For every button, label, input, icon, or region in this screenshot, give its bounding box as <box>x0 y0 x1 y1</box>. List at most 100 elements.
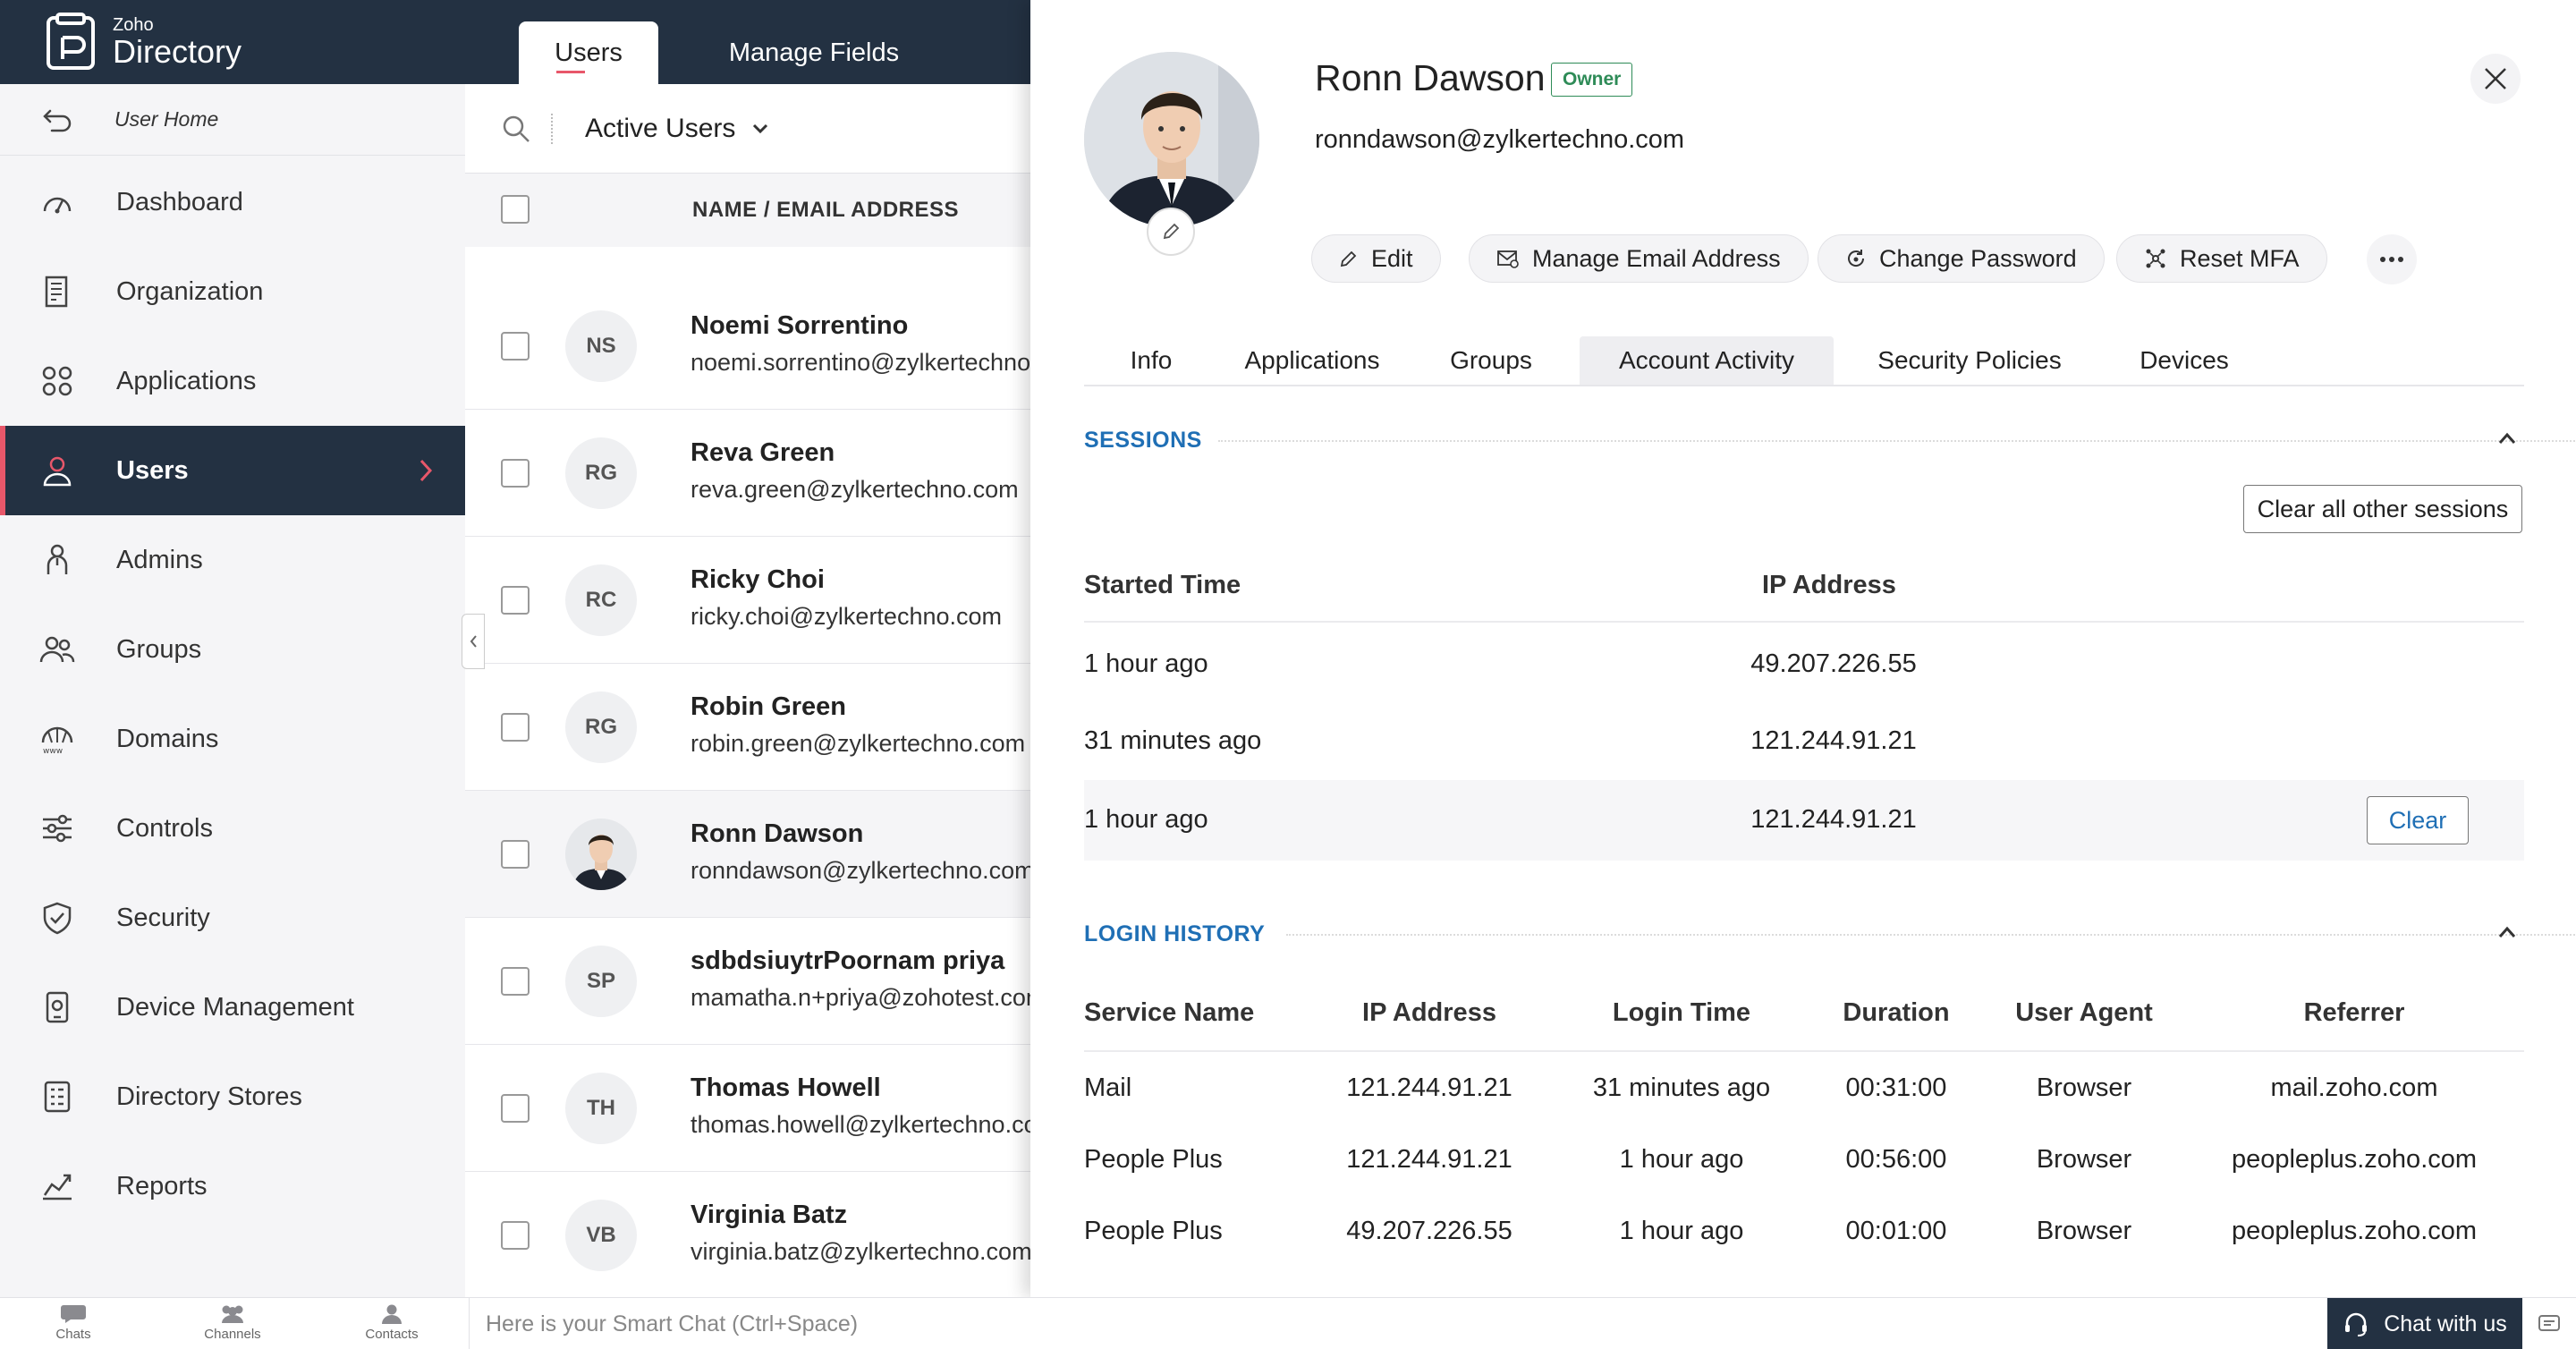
tab-devices[interactable]: Devices <box>2104 336 2265 385</box>
table-row[interactable]: RG Reva Green reva.green@zylkertechno.co… <box>465 410 1030 537</box>
more-actions-button[interactable] <box>2367 234 2417 284</box>
login-referrer: peopleplus.zoho.com <box>2231 1217 2478 1245</box>
chevron-right-icon <box>419 459 433 482</box>
reports-icon <box>43 1174 72 1201</box>
sidebar-item-groups[interactable]: Groups <box>0 605 465 694</box>
mail-settings-icon <box>1497 250 1519 268</box>
tab-security-policies[interactable]: Security Policies <box>1835 336 2104 385</box>
sidebar-item-label: Reports <box>116 1171 208 1201</box>
edit-button[interactable]: Edit <box>1311 234 1441 283</box>
clear-session-button[interactable]: Clear <box>2367 796 2469 844</box>
tab-info[interactable]: Info <box>1084 336 1218 385</box>
login-history-title: LOGIN HISTORY <box>1084 921 1266 946</box>
row-checkbox[interactable] <box>501 459 530 488</box>
table-row[interactable]: RC Ricky Choi ricky.choi@zylkertechno.co… <box>465 537 1030 664</box>
sidebar-collapse-handle[interactable] <box>462 614 485 669</box>
login-duration: 00:31:00 <box>1845 1073 1947 1102</box>
row-checkbox[interactable] <box>501 1221 530 1250</box>
row-checkbox[interactable] <box>501 967 530 996</box>
close-button[interactable] <box>2470 54 2521 104</box>
sessions-title: SESSIONS <box>1084 428 1202 453</box>
close-icon <box>2485 68 2506 89</box>
tab-groups[interactable]: Groups <box>1406 336 1576 385</box>
chat-with-us-button[interactable]: Chat with us <box>2327 1298 2522 1349</box>
tab-users[interactable]: Users <box>519 21 658 84</box>
channels-button[interactable]: Channels <box>179 1303 286 1342</box>
smart-chat-input[interactable]: Here is your Smart Chat (Ctrl+Space) <box>469 1298 858 1349</box>
session-started: 1 hour ago <box>1084 805 1208 834</box>
table-row[interactable]: NS Noemi Sorrentino noemi.sorrentino@zyl… <box>465 283 1030 410</box>
session-ip: 121.244.91.21 <box>1750 726 1917 755</box>
sidebar-item-label: Users <box>116 455 189 485</box>
row-checkbox[interactable] <box>501 332 530 361</box>
search-icon[interactable] <box>501 114 531 144</box>
chevron-down-icon[interactable] <box>751 123 769 135</box>
contacts-button[interactable]: Contacts <box>338 1303 445 1342</box>
row-checkbox[interactable] <box>501 1094 530 1123</box>
sidebar-item-dashboard[interactable]: Dashboard <box>0 157 465 247</box>
logo-text: Zoho Directory <box>113 16 242 68</box>
chevron-up-icon[interactable] <box>2497 431 2517 445</box>
avatar <box>565 819 637 890</box>
row-checkbox[interactable] <box>501 840 530 869</box>
user-detail-panel: Ronn Dawson Owner ronndawson@zylkertechn… <box>1030 0 2576 1297</box>
tab-manage-fields[interactable]: Manage Fields <box>689 21 939 84</box>
tab-account-activity[interactable]: Account Activity <box>1580 336 1834 385</box>
user-name: Noemi Sorrentino <box>691 311 909 340</box>
login-history-row: People Plus 121.244.91.21 1 hour ago 00:… <box>1084 1127 2524 1199</box>
column-referrer: Referrer <box>2303 998 2405 1027</box>
column-service-name: Service Name <box>1084 998 1255 1027</box>
tab-applications[interactable]: Applications <box>1218 336 1406 385</box>
profile-tabs: Info Applications Groups Account Activit… <box>1084 336 2524 386</box>
table-row[interactable]: RG Robin Green robin.green@zylkertechno.… <box>465 664 1030 791</box>
sidebar-item-controls[interactable]: Controls <box>0 784 465 873</box>
table-row[interactable]: SP sdbdsiuytrPoornam priya mamatha.n+pri… <box>465 918 1030 1045</box>
sidebar-item-domains[interactable]: www Domains <box>0 694 465 784</box>
change-password-button[interactable]: Change Password <box>1818 234 2105 283</box>
reset-mfa-button[interactable]: Reset MFA <box>2116 234 2327 283</box>
user-status-filter[interactable]: Active Users <box>585 114 735 144</box>
session-row: 1 hour ago 49.207.226.55 <box>1084 626 2524 703</box>
sidebar-item-organization[interactable]: Organization <box>0 247 465 336</box>
sidebar-item-directory-stores[interactable]: Directory Stores <box>0 1052 465 1141</box>
sidebar-item-users[interactable]: Users <box>0 426 465 515</box>
login-user-agent: Browser <box>2036 1073 2132 1102</box>
table-row[interactable]: VB Virginia Batz virginia.batz@zylkertec… <box>465 1172 1030 1297</box>
mfa-icon <box>2146 249 2165 268</box>
column-header-name-email: NAME / EMAIL ADDRESS <box>692 198 960 222</box>
applications-icon <box>42 366 72 396</box>
svg-text:www: www <box>43 747 63 756</box>
select-all-checkbox[interactable] <box>501 195 530 224</box>
manage-email-button[interactable]: Manage Email Address <box>1469 234 1809 283</box>
domains-icon: www <box>41 726 73 756</box>
sidebar-item-device-management[interactable]: Device Management <box>0 963 465 1052</box>
edit-photo-button[interactable] <box>1147 208 1195 256</box>
clear-all-sessions-button[interactable]: Clear all other sessions <box>2243 485 2522 533</box>
sidebar-item-label: Admins <box>116 545 203 574</box>
user-rows: NS Noemi Sorrentino noemi.sorrentino@zyl… <box>465 283 1030 1297</box>
message-box-icon <box>2538 1315 2560 1331</box>
row-checkbox[interactable] <box>501 586 530 615</box>
sidebar-item-admins[interactable]: Admins <box>0 515 465 605</box>
sidebar-item-applications[interactable]: Applications <box>0 336 465 426</box>
avatar: RG <box>565 691 637 763</box>
table-row[interactable]: TH Thomas Howell thomas.howell@zylkertec… <box>465 1045 1030 1172</box>
brand-small: Zoho <box>113 15 154 35</box>
sessions-header: Started Time IP Address <box>1084 555 2524 623</box>
table-row-selected[interactable]: Ronn Dawson ronndawson@zylkertechno.com <box>465 791 1030 918</box>
device-icon <box>46 991 69 1023</box>
profile-photo-image <box>1084 52 1259 227</box>
chats-button[interactable]: Chats <box>20 1303 127 1342</box>
user-home-link[interactable]: User Home <box>0 84 465 156</box>
sidebar-item-security[interactable]: Security <box>0 873 465 963</box>
row-checkbox[interactable] <box>501 713 530 742</box>
chevron-up-icon[interactable] <box>2497 925 2517 939</box>
role-badge: Owner <box>1551 63 1633 97</box>
sidebar-item-reports[interactable]: Reports <box>0 1141 465 1231</box>
user-icon <box>43 456 72 487</box>
login-time: 1 hour ago <box>1619 1145 1744 1174</box>
chat-panel-toggle[interactable] <box>2522 1298 2576 1349</box>
chat-with-us-label: Chat with us <box>2384 1311 2507 1336</box>
controls-icon <box>43 814 72 843</box>
pencil-icon <box>1340 250 1357 267</box>
